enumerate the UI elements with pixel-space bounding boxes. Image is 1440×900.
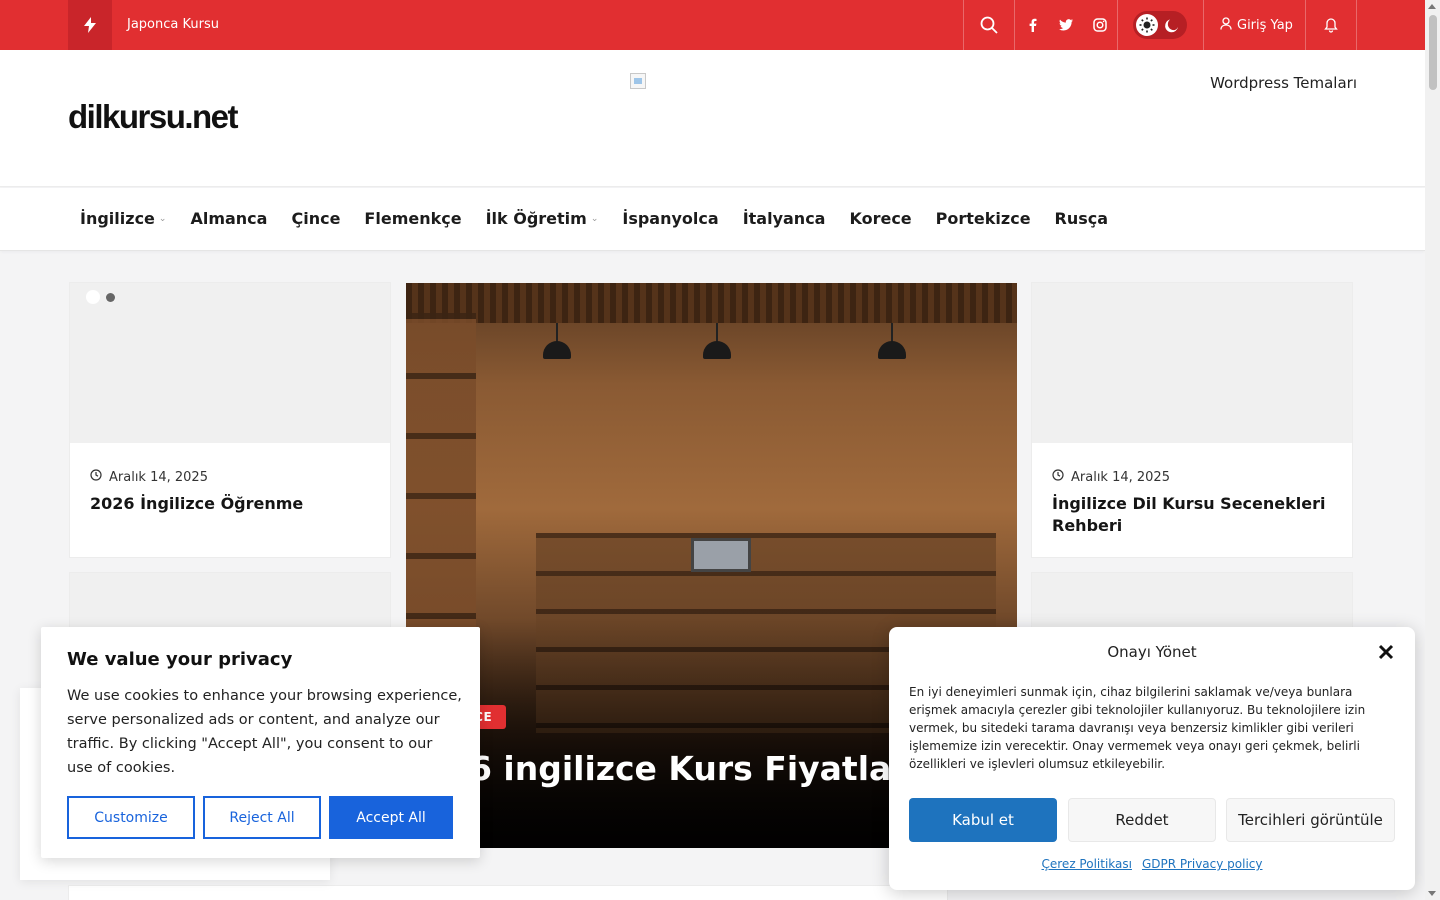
hero-image-lamp	[891, 323, 893, 343]
search-icon[interactable]	[964, 0, 1014, 50]
nav-item-almanca[interactable]: Almanca	[190, 209, 267, 228]
bolt-icon	[68, 0, 112, 50]
post-title[interactable]: 2026 İngilizce Öğrenme	[90, 493, 370, 515]
gdpr-policy-link[interactable]: GDPR Privacy policy	[1142, 857, 1263, 871]
divider	[1014, 0, 1015, 50]
slider-dots	[86, 290, 115, 304]
site-header: dilkursu.net Wordpress Temaları	[0, 50, 1425, 187]
post-card[interactable]: Aralık 14, 2025 İngilizce Dil Kursu Sece…	[1031, 282, 1353, 558]
clock-icon	[90, 469, 102, 485]
post-title[interactable]: İngilizce Dil Kursu Secenekleri Rehberi	[1052, 493, 1332, 537]
nav-item-flemenkce[interactable]: Flemenkçe	[364, 209, 461, 228]
divider	[1117, 0, 1118, 50]
nav-item-italyanca[interactable]: İtalyanca	[743, 209, 826, 228]
login-link[interactable]: Giriş Yap	[1220, 17, 1293, 34]
accept-all-button[interactable]: Accept All	[329, 796, 453, 839]
facebook-icon[interactable]	[1020, 0, 1046, 50]
consent-dialog: Onayı Yönet En iyi deneyimleri sunmak iç…	[889, 627, 1415, 890]
login-label: Giriş Yap	[1237, 18, 1293, 33]
instagram-icon[interactable]	[1087, 0, 1113, 50]
hero-image-lamp	[878, 341, 906, 359]
post-thumbnail[interactable]	[1032, 283, 1352, 443]
scrollbar-thumb[interactable]	[1429, 15, 1437, 90]
news-ticker-item[interactable]: Japonca Kursu	[127, 17, 219, 32]
post-card[interactable]: Aralık 14, 2025 2026 İngilizce Öğrenme	[69, 282, 391, 558]
hero-image-lamp	[556, 323, 558, 343]
consent-links: Çerez Politikası GDPR Privacy policy	[889, 857, 1415, 871]
nav-item-rusca[interactable]: Rusça	[1055, 209, 1109, 228]
slider-dot[interactable]	[106, 292, 115, 302]
slider-dot[interactable]	[86, 290, 100, 304]
cookie-banner: We value your privacy We use cookies to …	[41, 627, 480, 858]
hero-title[interactable]: 26 ingilizce Kurs Fiyatları	[446, 749, 919, 788]
chevron-down-icon: ⌄	[590, 213, 599, 224]
twitter-icon[interactable]	[1053, 0, 1079, 50]
divider	[1356, 0, 1357, 50]
accept-button[interactable]: Kabul et	[909, 798, 1057, 842]
bell-icon[interactable]	[1306, 0, 1356, 50]
clock-icon	[1052, 469, 1064, 485]
customize-button[interactable]: Customize	[67, 796, 195, 839]
hero-image-ceiling	[406, 283, 1017, 323]
hero-image-monitor	[691, 538, 751, 572]
hero-image-lamp	[543, 341, 571, 359]
reject-all-button[interactable]: Reject All	[203, 796, 321, 839]
nav-item-ingilizce[interactable]: İngilizce ⌄	[80, 209, 166, 228]
post-card	[68, 885, 948, 900]
main-nav: İngilizce ⌄ Almanca Çince Flemenkçe İlk Ö…	[0, 188, 1425, 251]
chevron-down-icon: ⌄	[158, 213, 167, 224]
header-link[interactable]: Wordpress Temaları	[1210, 74, 1357, 92]
post-thumbnail[interactable]	[70, 283, 390, 443]
close-icon[interactable]	[1375, 641, 1397, 663]
nav-item-ilk-ogretim[interactable]: İlk Öğretim ⌄	[486, 209, 599, 228]
cookie-text: We use cookies to enhance your browsing …	[67, 688, 462, 776]
cookie-title: We value your privacy	[67, 649, 293, 670]
page-scrollbar[interactable]	[1425, 0, 1440, 900]
nav-item-ispanyolca[interactable]: İspanyolca	[622, 209, 718, 228]
top-bar: Japonca Kursu Giriş Yap	[0, 0, 1425, 50]
site-logo[interactable]: dilkursu.net	[68, 98, 239, 136]
hero-image-lamp	[716, 323, 718, 343]
hero-image-lamp	[703, 341, 731, 359]
banner-image[interactable]	[630, 73, 646, 89]
post-date: Aralık 14, 2025	[1052, 469, 1170, 485]
consent-title: Onayı Yönet	[1107, 643, 1197, 661]
scroll-down-icon[interactable]	[1428, 891, 1436, 896]
nav-item-korece[interactable]: Korece	[849, 209, 911, 228]
dark-mode-toggle[interactable]	[1133, 11, 1187, 39]
nav-item-cince[interactable]: Çince	[291, 209, 340, 228]
view-preferences-button[interactable]: Tercihleri görüntüle	[1226, 798, 1395, 842]
user-icon	[1220, 17, 1232, 34]
moon-icon	[1164, 17, 1180, 37]
deny-button[interactable]: Reddet	[1068, 798, 1216, 842]
sun-icon	[1136, 14, 1158, 36]
divider	[1203, 0, 1204, 50]
scroll-up-icon[interactable]	[1428, 4, 1436, 9]
post-date: Aralık 14, 2025	[90, 469, 208, 485]
cookie-policy-link[interactable]: Çerez Politikası	[1042, 857, 1132, 871]
nav-item-portekizce[interactable]: Portekizce	[936, 209, 1031, 228]
consent-text: En iyi deneyimleri sunmak için, cihaz bi…	[909, 685, 1366, 771]
